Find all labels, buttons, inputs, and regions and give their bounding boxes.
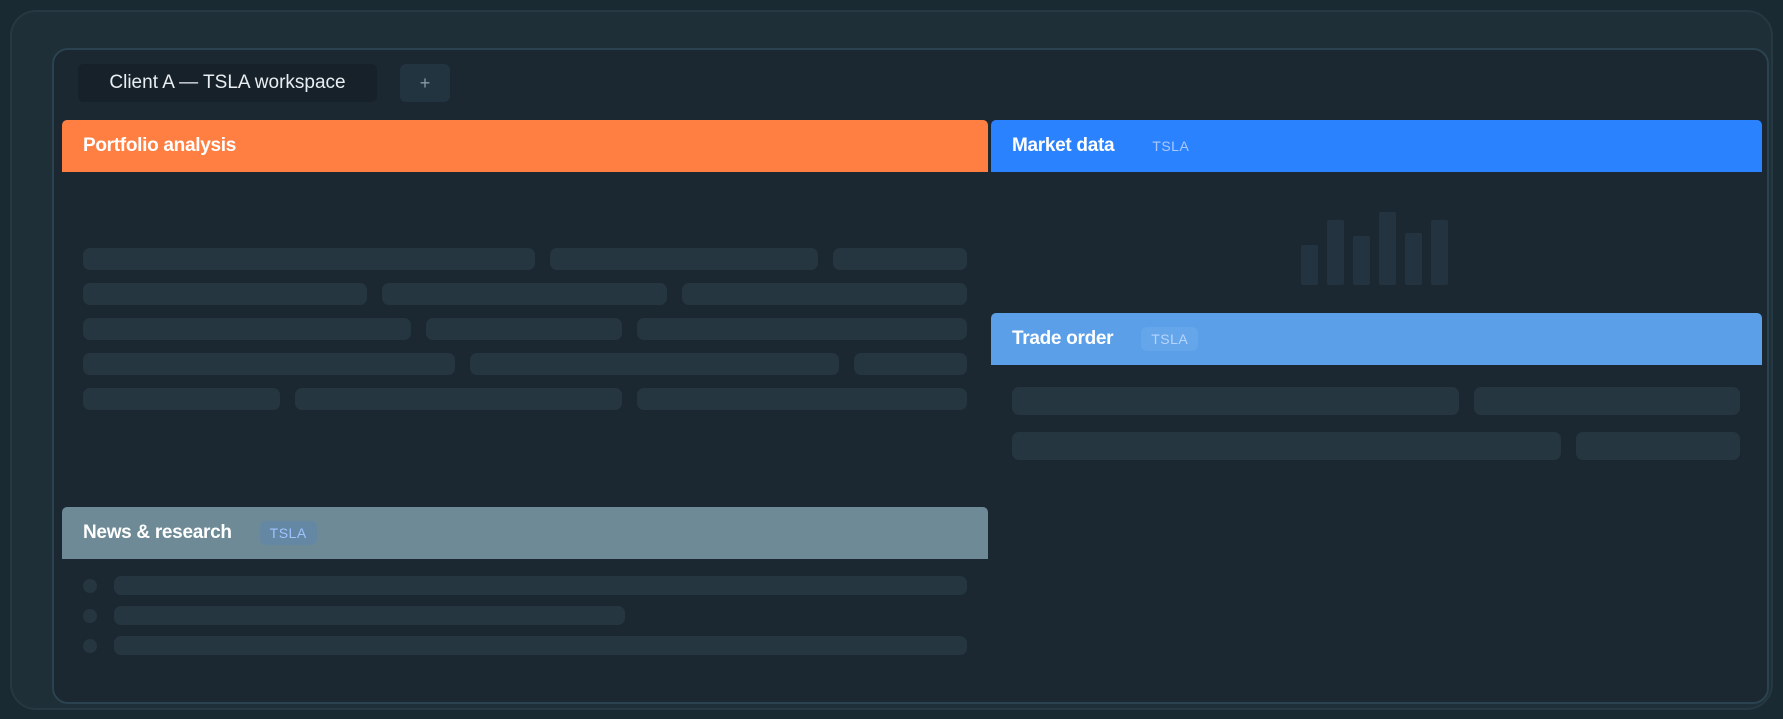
portfolio-analysis-panel: Portfolio analysis [62, 120, 988, 500]
tab-label: Client A — TSLA workspace [109, 72, 346, 93]
symbol-badge[interactable]: TSLA [1141, 327, 1199, 351]
panel-title: Market data [1012, 135, 1115, 156]
panel-title: Portfolio analysis [83, 135, 236, 156]
panel-header[interactable]: Trade order TSLA [991, 313, 1762, 365]
trade-order-panel: Trade order TSLA [991, 313, 1762, 613]
plus-icon: + [419, 72, 431, 93]
panel-header[interactable]: Market data TSLA [991, 120, 1762, 172]
app-frame: Client A — TSLA workspace + Portfolio an… [10, 10, 1773, 710]
panel-title: Trade order [1012, 328, 1114, 349]
tab-client-a-workspace[interactable]: Client A — TSLA workspace [78, 64, 377, 102]
panel-header[interactable]: Portfolio analysis [62, 120, 988, 172]
market-data-panel: Market data TSLA [991, 120, 1762, 310]
panel-title: News & research [83, 522, 232, 543]
news-research-panel: News & research TSLA [62, 507, 988, 697]
symbol-badge[interactable]: TSLA [259, 521, 317, 545]
panel-header[interactable]: News & research TSLA [62, 507, 988, 559]
workspace-container: Client A — TSLA workspace + Portfolio an… [52, 48, 1769, 704]
bar-chart-icon [1301, 210, 1461, 285]
symbol-badge[interactable]: TSLA [1142, 134, 1199, 158]
add-tab-button[interactable]: + [400, 64, 450, 102]
